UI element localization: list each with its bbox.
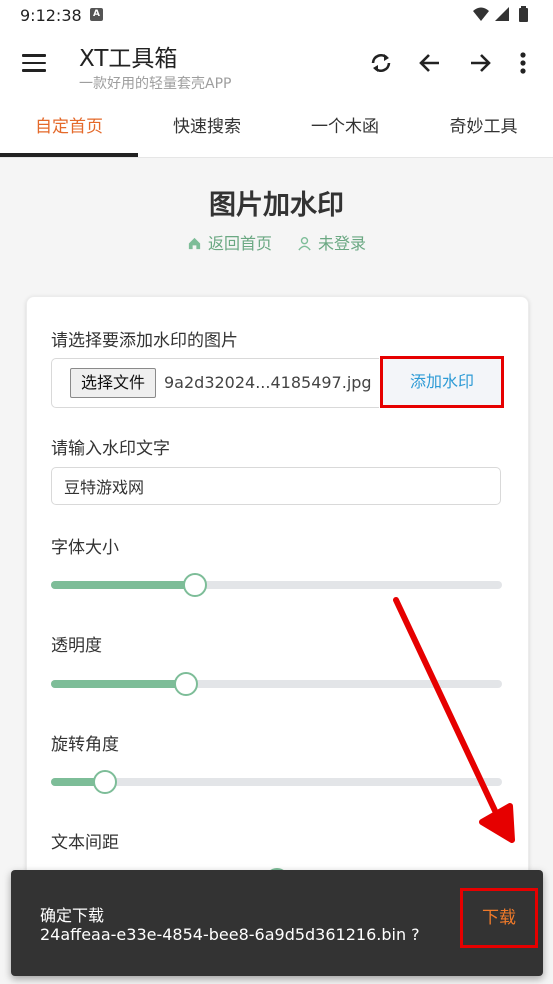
app-title: XT工具箱 xyxy=(79,46,178,72)
rotation-label: 旋转角度 xyxy=(51,735,119,755)
tab-tools[interactable]: 奇妙工具 xyxy=(414,100,553,155)
tab-mu-han[interactable]: 一个木函 xyxy=(276,100,414,155)
page-title: 图片加水印 xyxy=(209,190,344,221)
file-picker: 选择文件 9a2d32024...4185497.jpg xyxy=(51,358,379,408)
page-links: 返回首页 未登录 xyxy=(0,230,553,254)
download-button[interactable]: 下载 xyxy=(460,888,538,948)
tab-indicator xyxy=(0,153,138,157)
opacity-label: 透明度 xyxy=(51,636,102,656)
login-link[interactable]: 未登录 xyxy=(297,230,366,254)
back-home-label: 返回首页 xyxy=(207,234,272,253)
user-icon xyxy=(298,236,311,251)
watermark-text-label: 请输入水印文字 xyxy=(51,439,170,459)
status-icons xyxy=(471,5,541,29)
status-bar: 9:12:38 A xyxy=(0,0,553,30)
download-snackbar: 确定下载 24affeaa-e33e-4854-bee8-6a9d5d36121… xyxy=(11,870,543,976)
arrow-left-icon[interactable] xyxy=(417,50,443,76)
home-icon xyxy=(188,237,201,250)
font-size-slider[interactable] xyxy=(51,573,502,597)
snackbar-filename: 24affeaa-e33e-4854-bee8-6a9d5d361216.bin… xyxy=(40,925,420,944)
menu-icon[interactable] xyxy=(22,54,46,74)
status-time: 9:12:38 xyxy=(20,6,82,25)
wifi-icon xyxy=(473,7,489,21)
rotation-slider[interactable] xyxy=(51,770,502,794)
signal-icon xyxy=(495,7,509,21)
selected-file-name: 9a2d32024...4185497.jpg xyxy=(164,373,372,392)
refresh-icon[interactable] xyxy=(368,50,394,76)
watermark-text-input[interactable] xyxy=(51,467,501,505)
tab-bar: 自定首页 快速搜索 一个木函 奇妙工具 xyxy=(0,100,553,158)
font-size-label: 字体大小 xyxy=(51,538,119,558)
text-spacing-label: 文本间距 xyxy=(51,833,119,853)
tab-quick-search[interactable]: 快速搜索 xyxy=(138,100,276,155)
login-label: 未登录 xyxy=(318,234,367,253)
arrow-right-icon[interactable] xyxy=(467,50,493,76)
notification-badge: A xyxy=(90,8,103,21)
snackbar-message: 确定下载 xyxy=(40,906,105,925)
image-select-label: 请选择要添加水印的图片 xyxy=(51,331,238,351)
choose-file-button[interactable]: 选择文件 xyxy=(70,368,157,398)
add-watermark-button[interactable]: 添加水印 xyxy=(380,356,504,408)
tab-custom-home[interactable]: 自定首页 xyxy=(0,100,138,155)
more-vert-icon[interactable] xyxy=(516,50,530,76)
opacity-slider[interactable] xyxy=(51,672,502,696)
back-home-link[interactable]: 返回首页 xyxy=(187,230,272,254)
app-bar: XT工具箱 一款好用的轻量套壳APP xyxy=(0,30,553,100)
app-subtitle: 一款好用的轻量套壳APP xyxy=(79,76,232,92)
slider-thumb[interactable] xyxy=(93,770,118,794)
battery-icon xyxy=(519,6,528,22)
